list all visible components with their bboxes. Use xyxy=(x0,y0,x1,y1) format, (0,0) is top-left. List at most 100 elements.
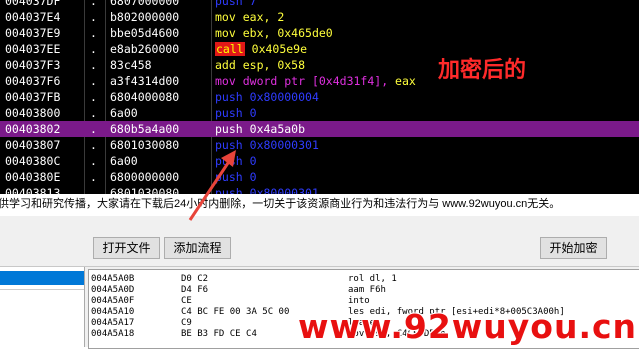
code-row[interactable]: 004037F6. a3f4314d00 mov dword ptr [0x4d31… xyxy=(0,73,639,89)
row-marker: . xyxy=(90,58,97,72)
code-row[interactable]: 00403807. 6801030080 push 0x80000301 xyxy=(0,137,639,153)
row-mnemonic: push xyxy=(215,122,243,136)
row-mnemonic: push xyxy=(215,170,243,184)
row-marker: . xyxy=(90,26,97,40)
preview-row[interactable]: 004A5A0F CE into xyxy=(89,296,639,307)
row-marker: . xyxy=(90,0,97,8)
row-operand: 0x80000004 xyxy=(249,90,319,104)
row-operand: 0x405e9e xyxy=(251,42,308,56)
row-marker: . xyxy=(90,42,97,56)
preview-address: 004A5A18 xyxy=(91,329,135,339)
row-operand: eax, 2 xyxy=(242,10,285,24)
preview-bytes: C9 xyxy=(181,318,192,328)
row-instruction: push 0 xyxy=(215,169,257,185)
row-address: 004037EE xyxy=(5,42,61,56)
row-marker: . xyxy=(90,138,97,152)
row-mnemonic: mov xyxy=(215,26,236,40)
code-row[interactable]: 00403813. 6801030080 push 0x80000301 xyxy=(0,185,639,194)
row-mnemonic: push xyxy=(215,138,243,152)
row-operand: 0 xyxy=(249,106,257,120)
row-operand: 0x4a5a0b xyxy=(249,122,306,136)
row-mnemonic: push xyxy=(215,90,243,104)
row-marker: . xyxy=(90,74,97,88)
row-bytes: 680b5a4a00 xyxy=(110,122,180,136)
row-instruction: mov eax, 2 xyxy=(215,9,284,25)
row-bytes: e8ab260000 xyxy=(110,42,180,56)
row-address: 004037FB xyxy=(5,90,61,104)
preview-asm: aam F6h xyxy=(348,285,386,295)
row-mnemonic: push xyxy=(215,154,243,168)
row-address: 0040380C xyxy=(5,154,61,168)
flow-list-selected-item[interactable] xyxy=(0,271,84,285)
row-register: eax xyxy=(388,74,416,88)
preview-asm: rol dl, 1 xyxy=(348,274,397,284)
flow-list[interactable] xyxy=(0,267,85,347)
row-address: 00403802 xyxy=(5,122,61,136)
row-marker: . xyxy=(90,170,97,184)
code-row[interactable]: 0040380C. 6a00 push 0 xyxy=(0,153,639,169)
toolbar: 打开文件 添加流程 开始加密 xyxy=(0,216,639,267)
row-address: 0040380E xyxy=(5,170,61,184)
row-bytes: a3f4314d00 xyxy=(110,74,180,88)
row-bytes: 6801030080 xyxy=(110,186,180,194)
preview-address: 004A5A17 xyxy=(91,318,135,328)
row-operand: esp, 0x58 xyxy=(242,58,306,72)
row-address: 004037F6 xyxy=(5,74,61,88)
row-instruction: mov dword ptr [0x4d31f4], eax xyxy=(215,73,416,89)
debugger-disassembly-pane: 004037DF. 6807000000 push 7 004037E4. b80200… xyxy=(0,0,639,194)
code-row[interactable]: 00403800. 6a00 push 0 xyxy=(0,105,639,121)
preview-bytes: D0 C2 xyxy=(181,274,209,284)
row-marker: . xyxy=(90,10,97,24)
row-instruction: push 0 xyxy=(215,105,257,121)
code-row[interactable]: 004037DF. 6807000000 push 7 xyxy=(0,0,639,9)
start-encrypt-button[interactable]: 开始加密 xyxy=(540,237,607,259)
preview-bytes: C4 BC FE 00 3A 5C 00 xyxy=(181,307,290,317)
row-mnemonic: add xyxy=(215,58,236,72)
row-bytes: 6807000000 xyxy=(110,0,180,8)
site-watermark: www.92wuyou.cn xyxy=(298,307,638,346)
code-row[interactable]: 00403802. 680b5a4a00 push 0x4a5a0b xyxy=(0,121,639,137)
row-bytes: b802000000 xyxy=(110,10,180,24)
open-file-button[interactable]: 打开文件 xyxy=(93,237,160,259)
row-mnemonic: call xyxy=(215,42,245,56)
row-bytes: 6801030080 xyxy=(110,138,180,152)
row-operand: 0x80000301 xyxy=(249,138,319,152)
row-marker: . xyxy=(90,122,97,136)
row-address: 00403807 xyxy=(5,138,61,152)
row-instruction: call 0x405e9e xyxy=(215,41,307,57)
code-row[interactable]: 004037E4. b802000000 mov eax, 2 xyxy=(0,9,639,25)
add-flow-button[interactable]: 添加流程 xyxy=(164,237,231,259)
row-mnemonic: push xyxy=(215,0,243,8)
preview-address: 004A5A0F xyxy=(91,296,135,306)
preview-address: 004A5A10 xyxy=(91,307,135,317)
code-row[interactable]: 004037F3. 83c458 add esp, 0x58 xyxy=(0,57,639,73)
row-marker: . xyxy=(90,186,97,194)
row-mnemonic: push xyxy=(215,186,243,194)
preview-bytes: D4 F6 xyxy=(181,285,209,295)
preview-bytes: CE xyxy=(181,296,192,306)
row-instruction: add esp, 0x58 xyxy=(215,57,305,73)
code-row[interactable]: 0040380E. 6800000000 push 0 xyxy=(0,169,639,185)
row-operand: 0 xyxy=(249,154,257,168)
preview-address: 004A5A0B xyxy=(91,274,135,284)
row-instruction: push 0x80000004 xyxy=(215,89,319,105)
row-address: 00403800 xyxy=(5,106,61,120)
code-row[interactable]: 004037FB. 6804000080 push 0x80000004 xyxy=(0,89,639,105)
row-instruction: push 7 xyxy=(215,0,257,9)
row-marker: . xyxy=(90,90,97,104)
row-instruction: push 0 xyxy=(215,153,257,169)
divider xyxy=(0,289,84,290)
row-mnemonic: mov xyxy=(215,74,236,88)
code-row[interactable]: 004037E9. bbe05d4600 mov ebx, 0x465de0 xyxy=(0,25,639,41)
row-bytes: bbe05d4600 xyxy=(110,26,180,40)
preview-row[interactable]: 004A5A0B D0 C2 rol dl, 1 xyxy=(89,274,639,285)
preview-address: 004A5A0D xyxy=(91,285,135,295)
disclaimer-text: 供学习和研究传播，大家请在下载后24小时内删除，一切关于该资源商业行为和违法行为… xyxy=(0,198,561,210)
preview-row[interactable]: 004A5A0D D4 F6 aam F6h xyxy=(89,285,639,296)
disclaimer-bar: 供学习和研究传播，大家请在下载后24小时内删除，一切关于该资源商业行为和违法行为… xyxy=(0,194,639,217)
row-address: 004037DF xyxy=(5,0,61,8)
row-bytes: 6a00 xyxy=(110,154,138,168)
row-operand: ebx, 0x465de0 xyxy=(242,26,333,40)
code-row[interactable]: 004037EE. e8ab260000 call 0x405e9e xyxy=(0,41,639,57)
row-bytes: 83c458 xyxy=(110,58,152,72)
